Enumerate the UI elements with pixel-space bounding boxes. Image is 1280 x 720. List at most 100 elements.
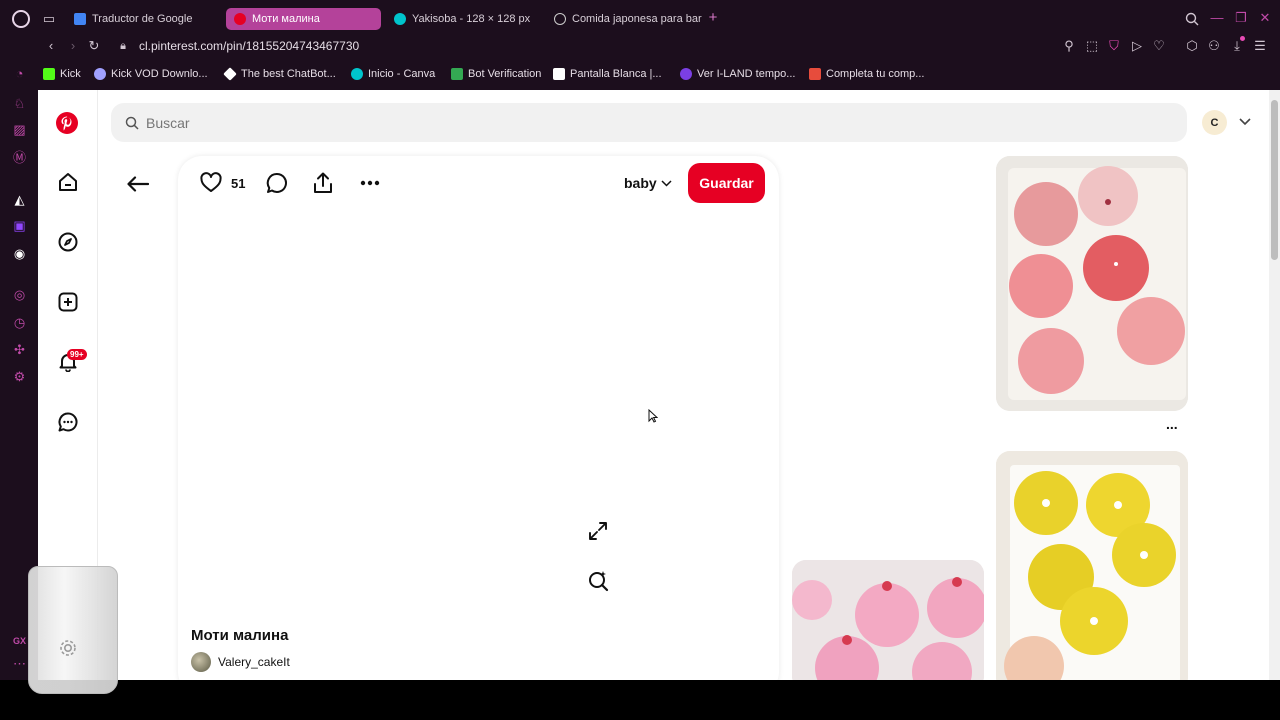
settings-sidebar-icon[interactable]: ⚙	[12, 369, 27, 384]
bookmark-kick-vod[interactable]: Kick VOD Downlo...	[94, 66, 208, 82]
related-pin-pink-domes[interactable]	[792, 560, 984, 680]
bookmark-kick[interactable]: Kick	[43, 66, 81, 82]
kick-icon	[43, 68, 55, 80]
mouse-cursor-icon	[648, 409, 658, 423]
tab-label: Моти малина	[252, 13, 320, 25]
downloads-icon[interactable]: ⤓	[1230, 39, 1244, 53]
messages-icon[interactable]	[58, 412, 78, 432]
kick-sidebar-icon[interactable]: ◭	[12, 192, 27, 207]
tab-label: Yakisoba - 128 × 128 px	[412, 13, 531, 25]
ai-icon[interactable]: ♘	[12, 96, 27, 111]
close-icon[interactable]: ✕	[1258, 11, 1272, 25]
avatar[interactable]: C	[1202, 110, 1227, 135]
mail-icon	[809, 68, 821, 80]
lock-icon: 🔒︎	[120, 40, 126, 52]
player-icon[interactable]: ▷	[1130, 39, 1144, 53]
search-tabs-icon[interactable]	[1185, 12, 1199, 29]
comment-icon[interactable]	[266, 172, 288, 194]
tab-chatgpt[interactable]: Comida japonesa para bar	[546, 8, 702, 30]
gx-corner-icon[interactable]: ▨	[12, 122, 27, 137]
snapshot-icon[interactable]: ⬚	[1085, 39, 1099, 53]
tab-pinterest[interactable]: Моти малина	[226, 8, 381, 30]
tab-canva[interactable]: Yakisoba - 128 × 128 px	[386, 8, 542, 30]
explore-icon[interactable]	[58, 232, 78, 252]
speed-dial-icon[interactable]: ◔	[12, 66, 27, 81]
bookmark-completa[interactable]: Completa tu comp...	[809, 66, 924, 82]
new-tab-button[interactable]: +	[706, 10, 720, 25]
notification-badge: 99+	[67, 349, 87, 360]
music-icon[interactable]: ◎	[12, 287, 27, 302]
author-name[interactable]: Valery_cakeIt	[218, 655, 290, 669]
extensions-icon[interactable]: ⬡	[1185, 39, 1199, 53]
glass-widget	[28, 566, 118, 694]
heart-icon[interactable]	[200, 172, 222, 194]
back-icon[interactable]: ‹	[44, 39, 58, 53]
canva-icon	[351, 68, 363, 80]
tab-manager-icon[interactable]: ▭	[42, 12, 56, 26]
pinterest-page: 99+ Buscar C 51 baby Guardar Моти малина…	[38, 90, 1269, 680]
search-icon	[125, 116, 139, 130]
extensions-sidebar-icon[interactable]: ✣	[12, 342, 27, 357]
chatbot-icon	[223, 67, 237, 81]
author-avatar[interactable]	[191, 652, 211, 672]
pin-icon[interactable]: ⚲	[1062, 39, 1076, 53]
pin-card: 51 baby Guardar Моти малина Valery_cakeI…	[178, 156, 779, 680]
canva-icon	[394, 13, 406, 25]
opera-logo-icon[interactable]	[12, 10, 30, 28]
yellow-mochi-image	[996, 451, 1188, 680]
share-icon[interactable]	[312, 172, 334, 194]
bookmark-iland[interactable]: Ver I-LAND tempo...	[680, 66, 795, 82]
page-icon	[553, 68, 565, 80]
gx-label: GX	[13, 636, 27, 646]
pin-more-options[interactable]: ...	[1166, 416, 1178, 432]
search-placeholder: Buscar	[146, 114, 190, 131]
tab-google-translate[interactable]: Traductor de Google	[66, 8, 222, 30]
more-sidebar-icon[interactable]: ⋯	[12, 656, 27, 671]
bookmark-canva[interactable]: Inicio - Canva	[351, 66, 435, 82]
chatgpt-icon	[554, 13, 566, 25]
more-options-icon[interactable]	[359, 172, 381, 194]
pinterest-logo-icon[interactable]	[56, 112, 78, 134]
tab-label: Traductor de Google	[92, 13, 193, 25]
pink-domes-image	[792, 560, 984, 680]
messenger-icon[interactable]: Ⓜ	[12, 150, 27, 165]
minimize-icon[interactable]: —	[1210, 11, 1224, 25]
related-pin-pink-mochi[interactable]	[996, 156, 1188, 411]
forward-icon[interactable]: ›	[66, 39, 80, 53]
pinterest-favicon-icon	[234, 13, 246, 25]
browser-chrome: ▭ Traductor de Google Моти малина Yakiso…	[0, 0, 1280, 90]
heart-icon[interactable]: ♡	[1152, 39, 1166, 53]
bookmark-pantalla-blanca[interactable]: Pantalla Blanca |...	[553, 66, 662, 82]
google-translate-icon	[74, 13, 86, 25]
menu-icon[interactable]: ☰	[1253, 39, 1267, 53]
create-icon[interactable]	[58, 292, 78, 312]
discord-icon[interactable]: ◉	[12, 246, 27, 261]
shield-icon[interactable]: ⛉	[1107, 39, 1121, 53]
search-input[interactable]: Buscar	[111, 103, 1187, 142]
twitch-icon[interactable]: ▣	[12, 218, 27, 233]
bookmark-bot-verification[interactable]: Bot Verification	[451, 66, 541, 82]
back-arrow-icon[interactable]	[127, 176, 149, 192]
address-bar[interactable]: cl.pinterest.com/pin/18155204743467730	[139, 39, 359, 53]
save-button[interactable]: Guardar	[688, 163, 765, 203]
reload-icon[interactable]: ↻	[87, 39, 101, 53]
expand-icon[interactable]	[587, 520, 609, 542]
pink-mochi-image	[996, 156, 1188, 411]
settings-gear-icon[interactable]	[58, 638, 78, 658]
board-selector[interactable]: baby	[624, 175, 672, 191]
avatar-letter: C	[1210, 116, 1219, 129]
download-dot	[1240, 36, 1245, 41]
chevron-down-icon[interactable]	[1239, 118, 1251, 126]
pin-title: Моти малина	[191, 627, 289, 644]
history-icon[interactable]: ◷	[12, 315, 27, 330]
visual-search-icon[interactable]	[587, 570, 609, 592]
tab-label: Comida japonesa para bar	[572, 13, 702, 25]
profile-icon[interactable]: ⚇	[1207, 39, 1221, 53]
chevron-down-icon	[661, 179, 672, 187]
scrollbar-thumb[interactable]	[1271, 100, 1278, 260]
home-icon[interactable]	[58, 172, 78, 192]
maximize-icon[interactable]: ❐	[1234, 11, 1248, 25]
bookmark-chatbot[interactable]: The best ChatBot...	[223, 66, 336, 82]
board-name: baby	[624, 175, 657, 191]
related-pin-yellow-mochi[interactable]	[996, 451, 1188, 680]
